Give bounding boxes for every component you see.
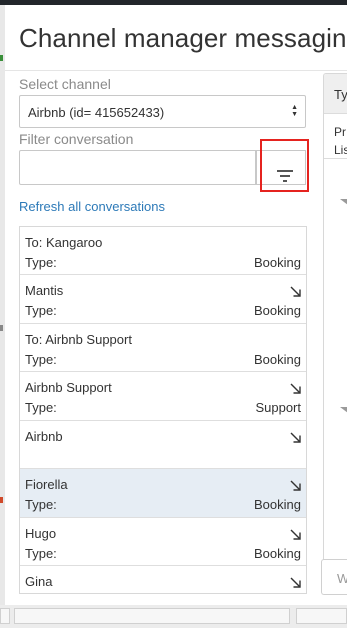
conversation-row[interactable]: To: Airbnb Support Type: Booking [20, 324, 306, 372]
dialog-title: Channel manager messaging [19, 23, 347, 53]
conversation-type-label: Type: [25, 400, 57, 415]
conversation-type-value: Booking [254, 303, 301, 318]
background-control [0, 608, 10, 624]
background-control [14, 608, 290, 624]
incoming-arrow-icon [290, 529, 301, 540]
incoming-arrow-icon [290, 432, 301, 443]
background-page-bottom [0, 605, 347, 628]
title-divider [5, 70, 347, 71]
incoming-arrow-icon [290, 480, 301, 491]
background-marker [0, 55, 3, 61]
incoming-arrow-icon [290, 383, 301, 394]
background-marker [0, 325, 3, 331]
conversation-detail-panel: Typ Pr Lis [323, 73, 347, 592]
conversation-name: Airbnb [25, 429, 63, 444]
conversation-name: Hugo [25, 526, 57, 541]
conversation-type-label: Type: [25, 352, 57, 367]
detail-header: Typ [324, 74, 347, 114]
message-bubble-tail-icon [340, 199, 347, 205]
conversation-type-value: Booking [254, 546, 301, 561]
conversation-row[interactable]: Hugo Type: Booking [20, 518, 306, 566]
conversation-name: Mantis [25, 283, 64, 298]
conversation-name: Fiorella [25, 477, 68, 492]
conversation-type-label: Type: [25, 546, 57, 561]
conversation-type-value: Support [255, 400, 301, 415]
incoming-arrow-icon [290, 286, 301, 297]
highlight-box [260, 139, 309, 192]
select-channel-label: Select channel [19, 76, 111, 92]
conversation-name: Gina [25, 574, 53, 589]
filter-conversation-label: Filter conversation [19, 131, 134, 147]
conversation-row[interactable]: Gina [20, 566, 306, 593]
detail-line: Pr [334, 125, 346, 139]
channel-select-value: Airbnb (id= 415652433) [28, 105, 165, 120]
conversation-type-label: Type: [25, 255, 57, 270]
incoming-arrow-icon [290, 577, 301, 588]
refresh-all-link[interactable]: Refresh all conversations [19, 199, 165, 214]
conversation-name: Airbnb Support [25, 380, 112, 395]
conversation-type-value: Booking [254, 255, 301, 270]
conversation-type-value: Booking [254, 497, 301, 512]
conversation-type-value: Booking [254, 352, 301, 367]
conversation-row[interactable]: Fiorella Type: Booking [20, 469, 306, 518]
filter-conversation-input[interactable] [19, 150, 256, 185]
detail-line: Lis [334, 143, 347, 157]
select-arrows-icon: ▲ ▼ [291, 104, 298, 118]
detail-divider [324, 158, 347, 159]
conversation-type-label: Type: [25, 303, 57, 318]
conversation-name: To: Airbnb Support [25, 332, 132, 347]
background-marker [0, 497, 3, 503]
conversation-list[interactable]: To: Kangaroo Type: Booking Mantis Type: Booki… [19, 226, 307, 594]
conversation-row[interactable]: Mantis Type: Booking [20, 275, 306, 324]
conversation-row[interactable]: Airbnb [20, 421, 306, 469]
channel-manager-dialog: Channel manager messaging Select channel… [5, 5, 347, 605]
reply-input[interactable]: Wr [321, 559, 347, 595]
conversation-type-label: Type: [25, 497, 57, 512]
conversation-name: To: Kangaroo [25, 235, 103, 250]
conversation-row[interactable]: To: Kangaroo Type: Booking [20, 227, 306, 275]
conversation-row[interactable]: Airbnb Support Type: Support [20, 372, 306, 421]
message-bubble-tail-icon [340, 407, 347, 413]
channel-select[interactable]: Airbnb (id= 415652433) ▲ ▼ [19, 95, 306, 128]
background-control [296, 608, 347, 624]
